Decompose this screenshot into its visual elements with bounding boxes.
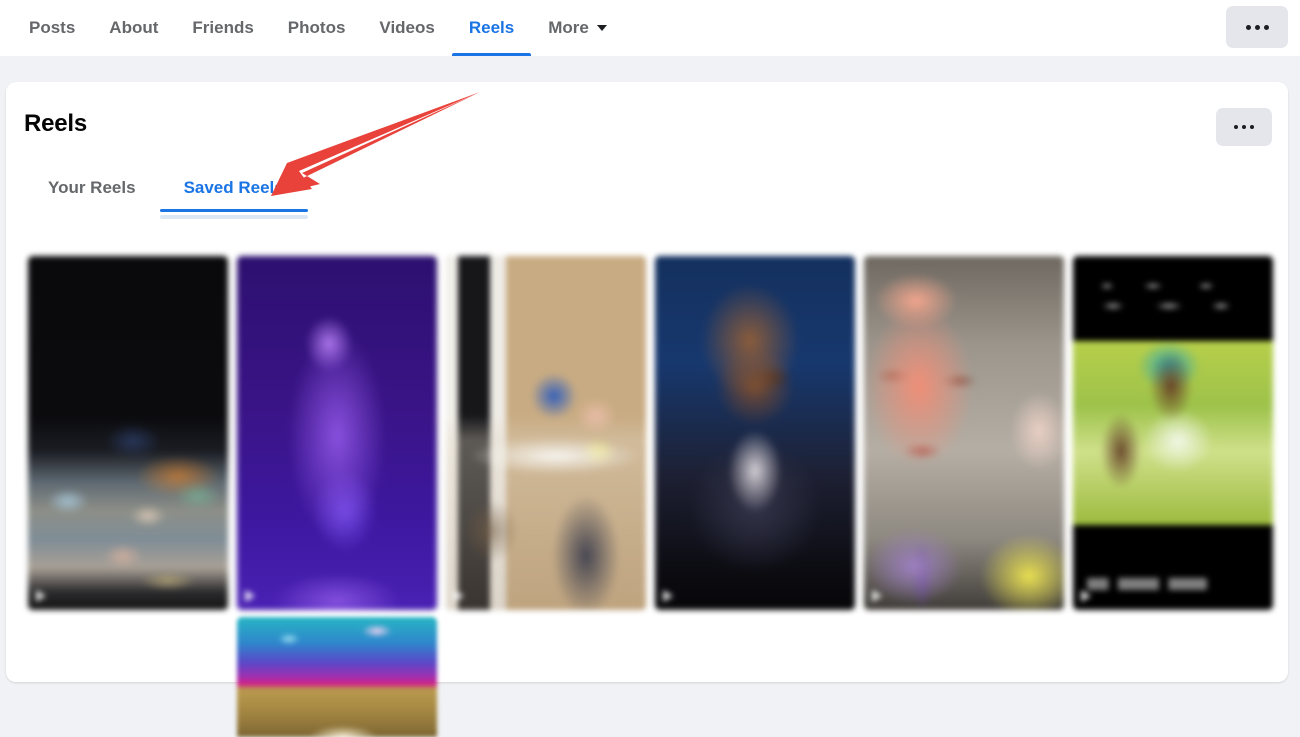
- reel-view-count-overlay: [1081, 590, 1098, 602]
- subtab-saved-reels[interactable]: Saved Reels: [159, 178, 308, 220]
- nav-tab-videos[interactable]: Videos: [362, 0, 451, 56]
- reel-thumbnail-4[interactable]: [655, 256, 855, 610]
- reel-view-count-overlay: [663, 590, 680, 602]
- chevron-down-icon: [596, 25, 607, 31]
- profile-nav-tabs: Posts About Friends Photos Videos Reels …: [0, 0, 624, 56]
- reel-image: [655, 256, 855, 610]
- nav-tab-label: Videos: [379, 18, 435, 37]
- nav-tab-about[interactable]: About: [92, 0, 175, 56]
- ellipsis-icon: [1234, 125, 1254, 129]
- reel-thumbnail-5[interactable]: [864, 256, 1064, 610]
- nav-tab-label: About: [109, 18, 159, 37]
- nav-tab-photos[interactable]: Photos: [271, 0, 363, 56]
- reel-image: [446, 256, 646, 610]
- nav-tab-label: Posts: [29, 18, 76, 37]
- subtab-label: Your Reels: [48, 178, 136, 197]
- page-title: Reels: [24, 110, 88, 137]
- profile-nav-bar: Posts About Friends Photos Videos Reels …: [0, 0, 1300, 56]
- reel-view-count-overlay: [245, 590, 262, 602]
- subtab-label: Saved Reels: [183, 178, 284, 197]
- reels-grid: [28, 256, 1286, 610]
- reel-thumbnail-7[interactable]: [237, 617, 437, 737]
- ellipsis-icon: [1245, 24, 1269, 30]
- reel-view-count-overlay: [36, 590, 53, 602]
- play-icon: [245, 590, 255, 602]
- reel-view-count-overlay: [872, 590, 889, 602]
- play-icon: [1081, 590, 1091, 602]
- play-icon: [36, 590, 46, 602]
- nav-tab-more[interactable]: More: [531, 0, 624, 56]
- reel-image: [1073, 256, 1273, 610]
- reels-card-options-button[interactable]: [1216, 108, 1272, 146]
- play-icon: [454, 590, 464, 602]
- play-icon: [872, 590, 882, 602]
- nav-tab-posts[interactable]: Posts: [12, 0, 92, 56]
- reel-image: [237, 617, 437, 737]
- reel-image: [237, 256, 437, 610]
- reel-image: [864, 256, 1064, 610]
- reel-thumbnail-1[interactable]: [28, 256, 228, 610]
- reels-subtabs: Your Reels Saved Reels: [24, 178, 308, 220]
- reel-thumbnail-2[interactable]: [237, 256, 437, 610]
- nav-tab-reels[interactable]: Reels: [451, 0, 532, 56]
- reel-image: [28, 256, 228, 610]
- nav-tab-label: Friends: [192, 18, 254, 37]
- reel-thumbnail-3[interactable]: [446, 256, 646, 610]
- subtab-your-reels[interactable]: Your Reels: [24, 178, 160, 220]
- reel-view-count-overlay: [454, 590, 471, 602]
- nav-tab-friends[interactable]: Friends: [175, 0, 270, 56]
- nav-tab-label: More: [548, 18, 589, 37]
- profile-nav-more-button[interactable]: [1226, 6, 1288, 48]
- reel-caption-band: [1091, 278, 1241, 320]
- nav-tab-label: Reels: [468, 18, 515, 37]
- reel-thumbnail-6[interactable]: [1073, 256, 1273, 610]
- nav-tab-label: Photos: [287, 18, 346, 37]
- play-icon: [663, 590, 673, 602]
